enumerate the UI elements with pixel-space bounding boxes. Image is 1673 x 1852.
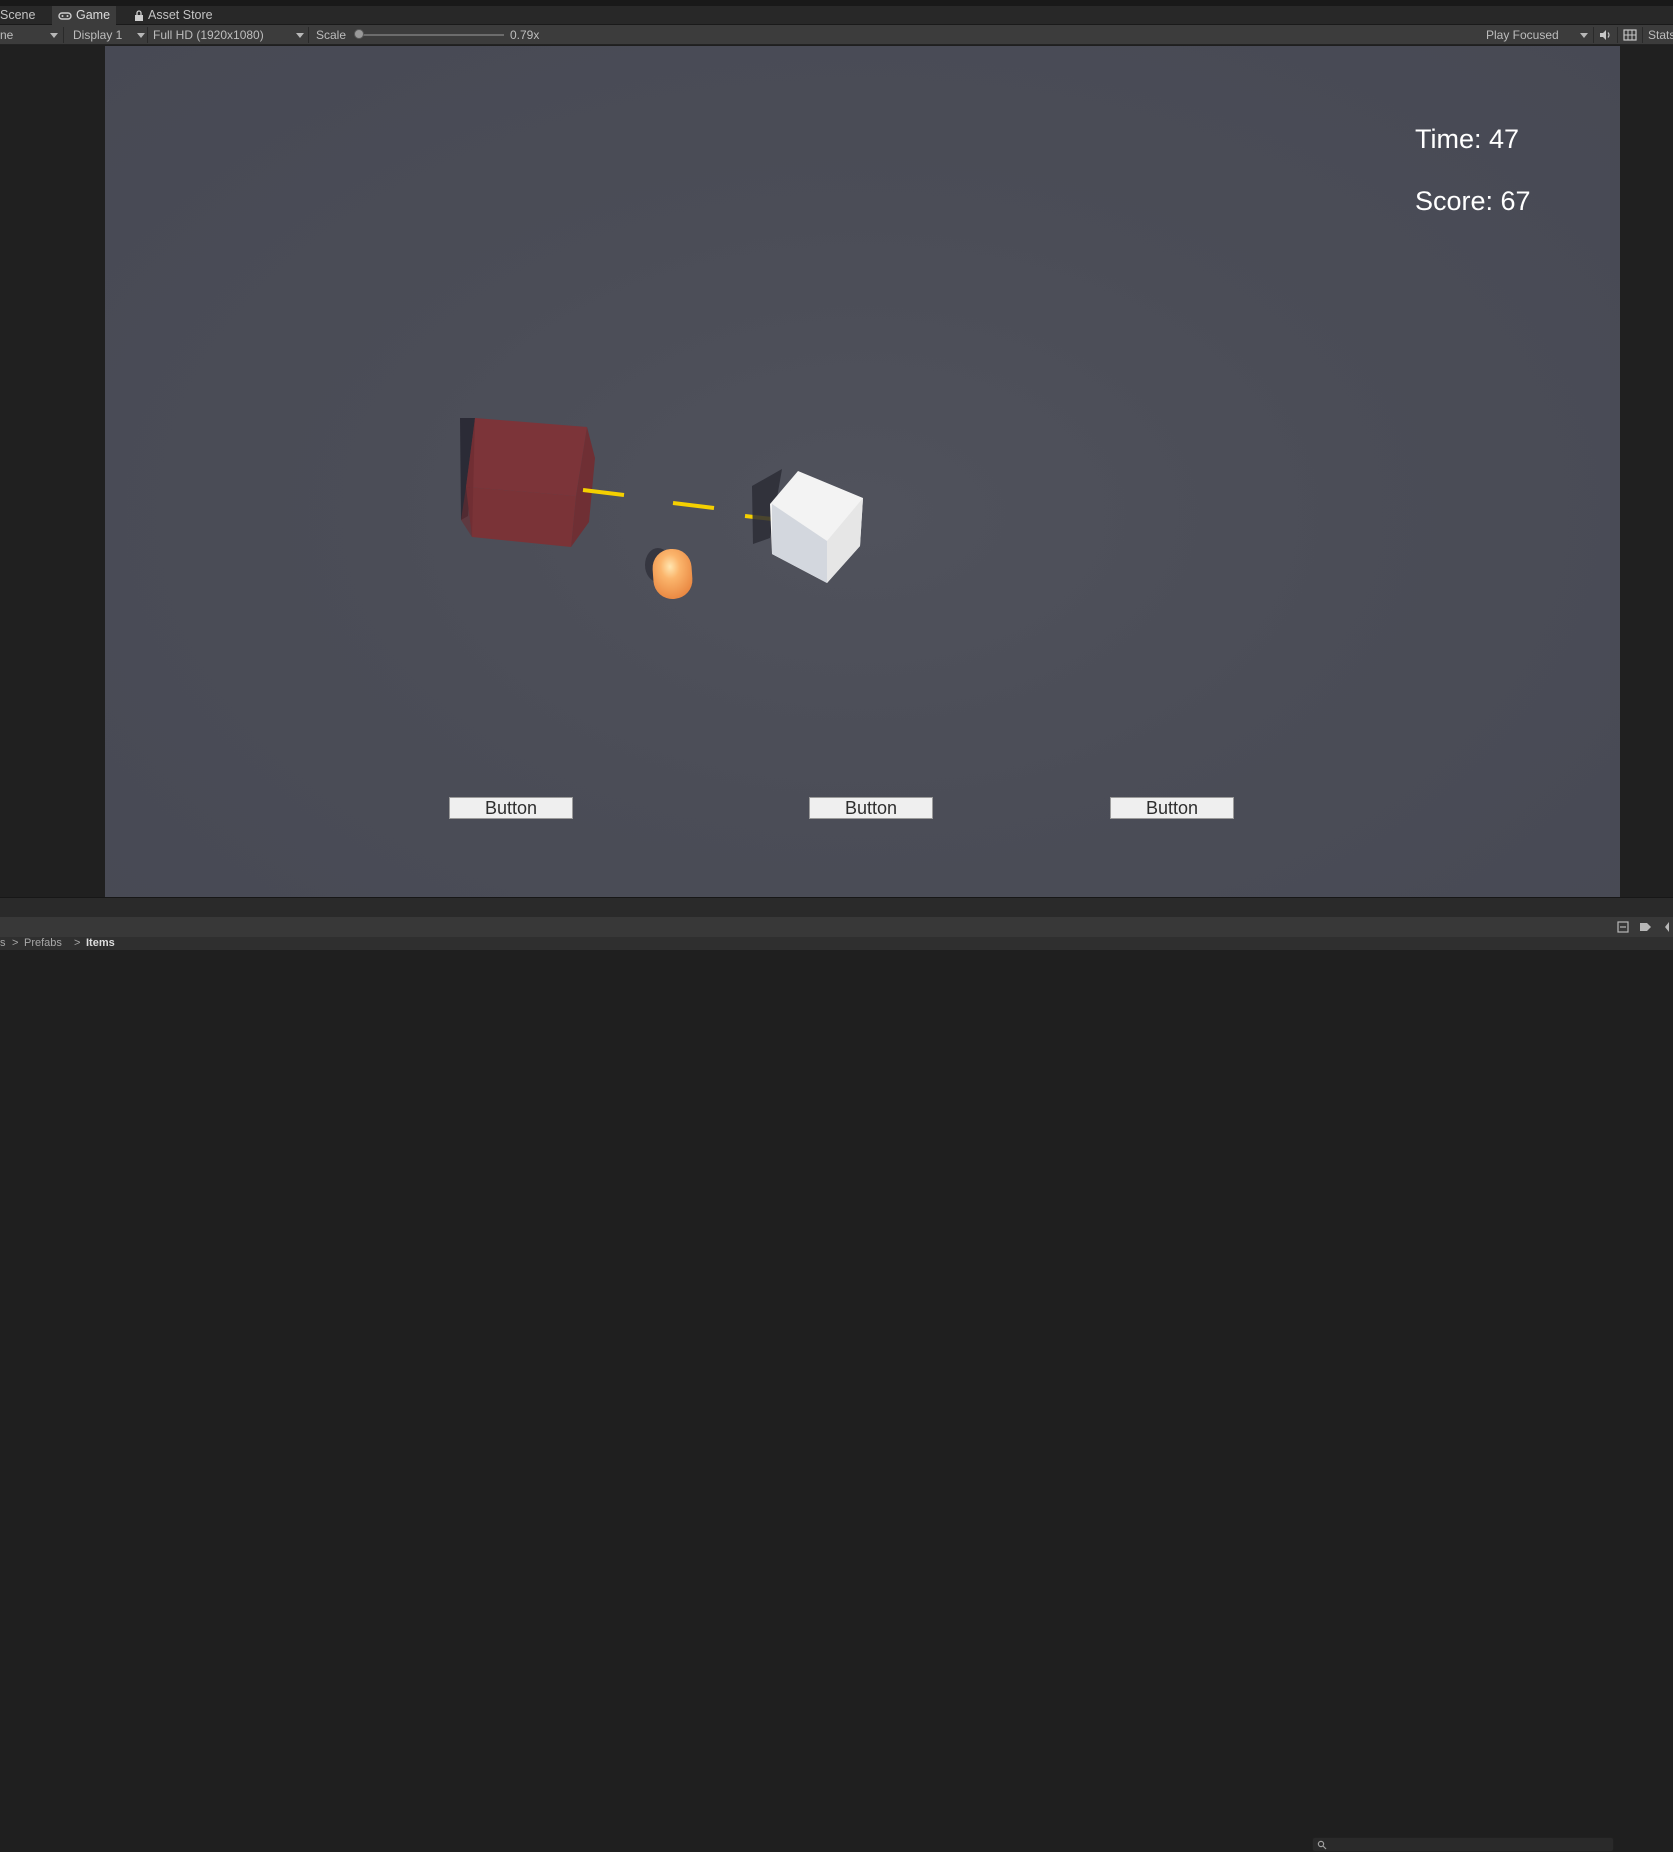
- window-tab-bar: Scene Game Asset Store: [0, 6, 1673, 25]
- play-mode-dropdown-label: Play Focused: [1486, 28, 1559, 42]
- player-capsule: [645, 548, 693, 599]
- toolbar-separator: [1617, 27, 1618, 43]
- scale-slider-track[interactable]: [358, 34, 504, 36]
- tab-scene-label: Scene: [0, 8, 36, 22]
- tab-asset-store-label: Asset Store: [148, 8, 213, 22]
- red-cube: [460, 418, 595, 547]
- display-dropdown-arrow-icon: [137, 33, 145, 38]
- viewport-left-letterbox: [0, 46, 105, 897]
- toolbar-separator: [147, 27, 148, 43]
- white-cube: [752, 469, 863, 583]
- filter-by-label-icon[interactable]: [1637, 919, 1653, 935]
- mode-dropdown-label: ne: [0, 28, 14, 42]
- viewport-right-letterbox: [1620, 46, 1673, 897]
- lock-icon: [135, 9, 143, 21]
- tab-game-label: Game: [76, 8, 111, 22]
- breadcrumb: s > Prefabs > Items: [0, 937, 1673, 950]
- mode-dropdown-arrow-icon: [50, 33, 58, 38]
- breadcrumb-item-items[interactable]: Items: [86, 937, 115, 950]
- play-mode-dropdown-arrow-icon: [1580, 33, 1588, 38]
- game-button-center[interactable]: Button: [809, 797, 933, 819]
- toolbar-separator: [63, 27, 64, 43]
- game-scene: [460, 418, 863, 599]
- breadcrumb-item-assets[interactable]: s: [0, 937, 6, 950]
- laser-segment: [672, 501, 715, 510]
- scale-value: 0.79x: [510, 28, 540, 42]
- game-button-left[interactable]: Button: [449, 797, 573, 819]
- project-toolbar: [0, 917, 1673, 1852]
- toolbar-separator: [308, 27, 309, 43]
- red-cube-front-face: [466, 487, 576, 547]
- tab-scene[interactable]: Scene: [0, 6, 41, 25]
- project-search-input[interactable]: [1312, 1837, 1614, 1852]
- breadcrumb-separator-icon: >: [12, 937, 19, 949]
- stats-button[interactable]: Stats: [1648, 25, 1673, 45]
- time-display: Time: 47: [1415, 124, 1520, 154]
- search-icon: [1317, 1840, 1327, 1850]
- game-viewport[interactable]: Time: 47 Score: 67 Button Button Button: [105, 46, 1620, 897]
- breadcrumb-separator-icon: >: [74, 937, 81, 949]
- score-display: Score: 67: [1415, 186, 1531, 216]
- favorites-toggle-icon[interactable]: [1661, 919, 1673, 935]
- stats-button-label: Stats: [1648, 28, 1673, 42]
- laser-beam: [582, 488, 773, 521]
- capsule-body: [652, 548, 693, 599]
- tab-asset-store[interactable]: Asset Store: [128, 6, 219, 25]
- breadcrumb-item-prefabs[interactable]: Prefabs: [24, 937, 62, 950]
- filter-by-type-icon[interactable]: [1615, 919, 1631, 935]
- resolution-dropdown-arrow-icon: [296, 33, 304, 38]
- game-view-toolbar: ne Display 1 Full HD (1920x1080) Scale 0…: [0, 25, 1673, 45]
- resolution-dropdown-label: Full HD (1920x1080): [153, 28, 264, 42]
- game-button-right[interactable]: Button: [1110, 797, 1234, 819]
- toolbar-separator: [1593, 27, 1594, 43]
- gizmo-grid-icon[interactable]: [1622, 27, 1638, 43]
- display-dropdown-label: Display 1: [73, 28, 123, 42]
- mode-dropdown[interactable]: ne: [0, 25, 13, 45]
- red-cube-top-face: [466, 418, 587, 496]
- audio-icon[interactable]: [1597, 27, 1613, 43]
- bottom-panel-header: [0, 897, 1673, 917]
- gamepad-icon: [58, 11, 72, 20]
- play-mode-dropdown[interactable]: Play Focused: [1486, 25, 1559, 45]
- tab-game[interactable]: Game: [52, 6, 117, 25]
- scale-label: Scale: [316, 28, 347, 42]
- scale-slider-thumb[interactable]: [354, 29, 364, 39]
- toolbar-separator: [1642, 27, 1643, 43]
- resolution-dropdown[interactable]: Full HD (1920x1080): [153, 25, 264, 45]
- display-dropdown[interactable]: Display 1: [73, 25, 122, 45]
